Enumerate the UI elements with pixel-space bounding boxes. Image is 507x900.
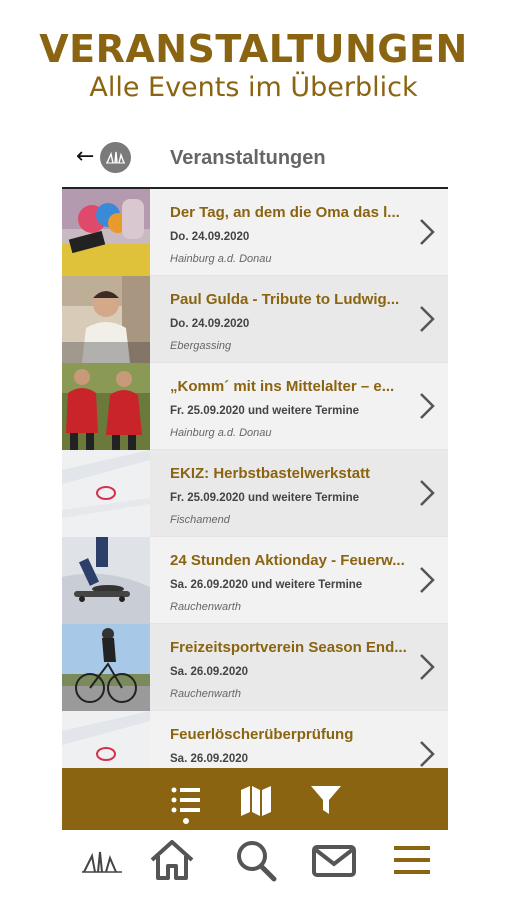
- event-thumbnail-costume: [62, 363, 150, 450]
- event-title: 24 Stunden Aktionday - Feuerw...: [170, 552, 405, 569]
- event-date: Do. 24.09.2020: [170, 231, 250, 243]
- event-date: Sa. 26.09.2020: [170, 753, 249, 765]
- event-row[interactable]: „Komm´ mit ins Mittelalter – e... Fr. 25…: [62, 363, 448, 450]
- event-title: Feuerlöscherüberprüfung: [170, 726, 354, 743]
- event-place: Rauchenwarth: [170, 688, 241, 700]
- event-title: Der Tag, an dem die Oma das l...: [170, 204, 400, 221]
- event-place: Ebergassing: [170, 340, 232, 352]
- bottom-nav: [62, 830, 448, 890]
- event-thumbnail-portrait: [62, 276, 150, 363]
- home-icon[interactable]: [148, 838, 196, 882]
- chevron-right-icon: [420, 480, 435, 506]
- app-bar: ← Veranstaltungen: [62, 130, 448, 189]
- page-title: Veranstaltungen: [170, 147, 326, 169]
- phone-screen: ← Veranstaltungen Der Tag, an dem die Om…: [62, 130, 448, 830]
- event-place: Fischamend: [170, 514, 230, 526]
- hero-subtitle: Alle Events im Überblick: [89, 72, 418, 103]
- back-button[interactable]: ←: [76, 142, 94, 172]
- event-row[interactable]: 24 Stunden Aktionday - Feuerw... Sa. 26.…: [62, 537, 448, 624]
- event-date: Sa. 26.09.2020: [170, 666, 249, 678]
- event-title: EKIZ: Herbstbastelwerkstatt: [170, 465, 371, 482]
- active-indicator: [183, 818, 189, 824]
- chevron-right-icon: [420, 306, 435, 332]
- event-thumbnail-craft: [62, 450, 150, 537]
- event-row[interactable]: EKIZ: Herbstbastelwerkstatt Fr. 25.09.20…: [62, 450, 448, 537]
- chevron-right-icon: [420, 393, 435, 419]
- event-title: Paul Gulda - Tribute to Ludwig...: [170, 291, 400, 308]
- event-place: Hainburg a.d. Donau: [170, 253, 272, 265]
- event-title: „Komm´ mit ins Mittelalter – e...: [170, 378, 395, 395]
- chevron-right-icon: [420, 741, 435, 767]
- event-date: Sa. 26.09.2020 und weitere Termine: [170, 579, 363, 591]
- event-thumbnail-toy: [62, 189, 150, 276]
- chevron-right-icon: [420, 654, 435, 680]
- hero-title: VERANSTALTUNGEN: [39, 27, 468, 71]
- event-thumbnail-cyclist: [62, 624, 150, 711]
- app-logo-icon: [100, 142, 131, 173]
- event-place: Rauchenwarth: [170, 601, 241, 613]
- search-icon[interactable]: [232, 838, 280, 882]
- menu-icon[interactable]: [390, 838, 434, 882]
- list-icon[interactable]: [168, 782, 204, 818]
- event-date: Fr. 25.09.2020 und weitere Termine: [170, 492, 359, 504]
- mail-icon[interactable]: [310, 838, 358, 882]
- chevron-right-icon: [420, 219, 435, 245]
- event-title: Freizeitsportverein Season End...: [170, 639, 407, 656]
- event-place: Hainburg a.d. Donau: [170, 427, 272, 439]
- chevron-right-icon: [420, 567, 435, 593]
- logo-icon[interactable]: [80, 838, 124, 882]
- event-row[interactable]: Der Tag, an dem die Oma das l... Do. 24.…: [62, 189, 448, 276]
- event-thumbnail-skate: [62, 537, 150, 624]
- view-toolbar: [62, 768, 448, 830]
- map-icon[interactable]: [238, 782, 274, 818]
- event-date: Fr. 25.09.2020 und weitere Termine: [170, 405, 359, 417]
- event-row[interactable]: Freizeitsportverein Season End... Sa. 26…: [62, 624, 448, 711]
- event-date: Do. 24.09.2020: [170, 318, 250, 330]
- filter-icon[interactable]: [308, 782, 344, 818]
- event-row[interactable]: Paul Gulda - Tribute to Ludwig... Do. 24…: [62, 276, 448, 363]
